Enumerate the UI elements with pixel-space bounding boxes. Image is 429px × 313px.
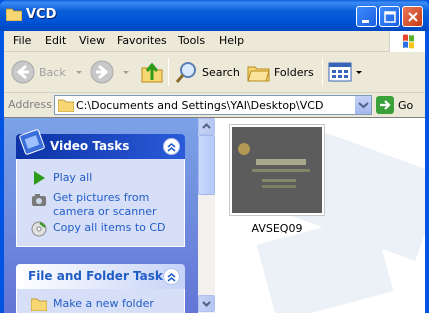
file-folder-tasks-header[interactable]: File and Folder Tasks — [16, 264, 185, 289]
scroll-thumb[interactable] — [198, 135, 215, 195]
minimize-button[interactable] — [356, 6, 377, 27]
up-folder-icon — [141, 62, 163, 83]
camera-icon — [32, 194, 46, 206]
maximize-icon — [384, 11, 396, 23]
chevron-up-icon — [202, 123, 211, 129]
go-button[interactable]: Go — [376, 96, 413, 114]
folders-button[interactable]: Folders — [247, 56, 314, 88]
chevron-down-icon — [356, 71, 362, 74]
content-area: Video Tasks Play all Get pictures from c… — [4, 117, 425, 313]
address-bar: Address C:\Documents and Settings\YAI\De… — [4, 93, 425, 117]
chevron-down-icon — [75, 71, 82, 74]
search-label: Search — [202, 65, 240, 79]
menu-tools[interactable]: Tools — [178, 34, 205, 47]
menu-bar: File Edit View Favorites Tools Help — [4, 31, 425, 52]
chevron-down-icon — [123, 71, 129, 74]
back-label: Back — [39, 65, 66, 79]
cd-icon — [31, 221, 47, 237]
title-bar[interactable]: VCD — [0, 0, 429, 31]
forward-button[interactable] — [89, 56, 131, 88]
forward-arrow-icon — [90, 60, 114, 84]
back-arrow-icon — [11, 60, 35, 84]
menu-help[interactable]: Help — [219, 34, 244, 47]
play-icon — [34, 171, 45, 185]
address-label: Address — [8, 98, 52, 111]
chevron-down-icon — [358, 102, 369, 109]
folders-label: Folders — [274, 65, 314, 79]
search-button[interactable]: Search — [175, 56, 240, 88]
file-list: AVSEQ09 — [215, 118, 425, 313]
toolbar-separator — [168, 58, 169, 86]
scroll-down-button[interactable] — [198, 295, 215, 312]
file-name: AVSEQ09 — [251, 222, 303, 235]
toolbar: Back Search Folders — [4, 52, 425, 93]
video-thumbnail — [232, 127, 322, 213]
up-folder-button[interactable] — [140, 56, 164, 88]
address-dropdown-button[interactable] — [354, 96, 371, 114]
video-tasks-panel: Play all Get pictures from camera or sca… — [16, 159, 185, 247]
file-folder-tasks-panel: Make a new folder — [16, 289, 185, 313]
play-all-link[interactable]: Play all — [53, 171, 92, 185]
close-icon — [408, 12, 418, 22]
close-button[interactable] — [402, 6, 423, 27]
back-button[interactable]: Back — [10, 56, 84, 88]
copy-to-cd-link[interactable]: Copy all items to CD — [53, 221, 166, 235]
video-tasks-header[interactable]: Video Tasks — [16, 129, 185, 159]
menu-file[interactable]: File — [13, 34, 31, 47]
go-label: Go — [398, 98, 414, 112]
address-input[interactable]: C:\Documents and Settings\YAI\Desktop\VC… — [54, 95, 372, 115]
views-icon — [328, 62, 352, 82]
menu-edit[interactable]: Edit — [45, 34, 66, 47]
views-button[interactable] — [328, 56, 364, 88]
address-path: C:\Documents and Settings\YAI\Desktop\VC… — [76, 99, 324, 112]
new-folder-icon — [31, 298, 47, 311]
windows-logo-icon — [389, 31, 425, 52]
toolbar-separator — [322, 58, 323, 86]
chevron-up-icon — [167, 143, 176, 152]
maximize-button[interactable] — [379, 6, 400, 27]
minimize-icon — [362, 20, 369, 23]
collapse-file-tasks-button[interactable] — [163, 268, 180, 285]
menu-favorites[interactable]: Favorites — [117, 34, 167, 47]
folder-icon — [58, 99, 74, 112]
collapse-video-tasks-button[interactable] — [163, 138, 180, 155]
folders-icon — [247, 66, 270, 82]
file-item[interactable] — [229, 124, 325, 216]
menu-view[interactable]: View — [79, 34, 105, 47]
folder-icon — [6, 8, 22, 21]
file-folder-tasks-title: File and Folder Tasks — [28, 269, 171, 283]
chevron-down-icon — [202, 301, 211, 307]
search-icon — [175, 62, 196, 83]
scroll-up-button[interactable] — [198, 118, 215, 135]
go-arrow-icon — [376, 96, 394, 114]
video-tasks-title: Video Tasks — [50, 139, 130, 153]
vertical-scrollbar[interactable] — [198, 118, 215, 313]
chevron-up-icon — [167, 273, 176, 282]
get-pictures-link[interactable]: Get pictures from camera or scanner — [53, 191, 163, 219]
window-title: VCD — [26, 7, 57, 22]
task-pane: Video Tasks Play all Get pictures from c… — [4, 118, 198, 313]
film-strip-icon — [19, 129, 45, 155]
make-new-folder-link[interactable]: Make a new folder — [53, 297, 154, 311]
